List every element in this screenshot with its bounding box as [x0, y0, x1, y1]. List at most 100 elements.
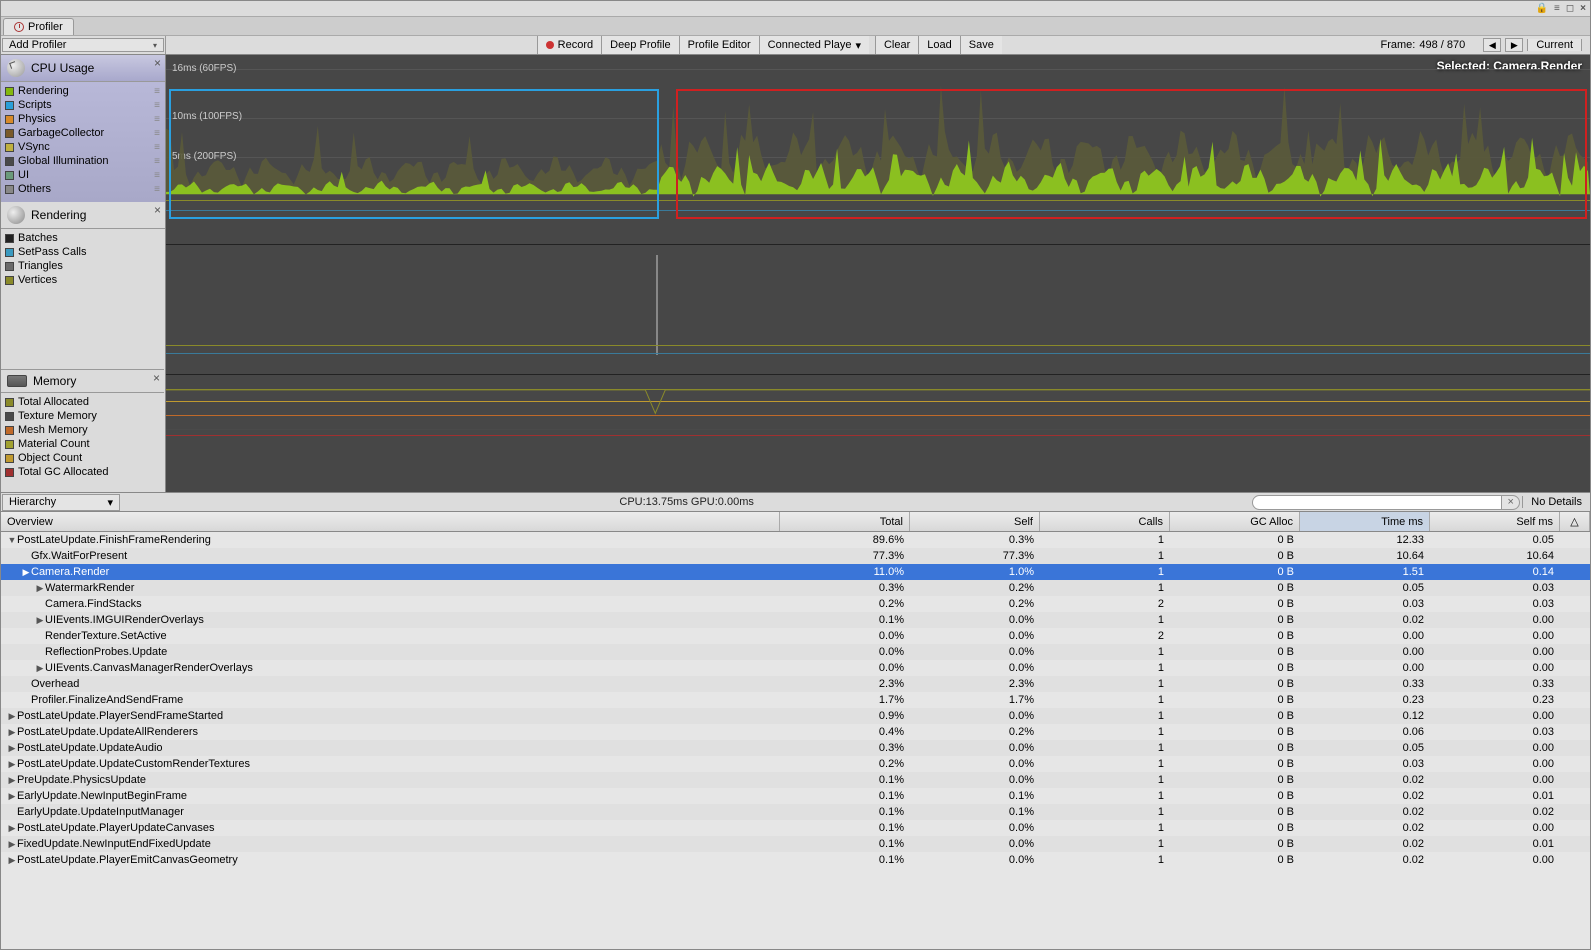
close-panel-button[interactable]: ×: [153, 371, 160, 385]
table-row[interactable]: Camera.FindStacks0.2%0.2%20 B0.030.03: [1, 596, 1590, 612]
legend-item[interactable]: SetPass Calls: [5, 245, 161, 259]
menu-icon[interactable]: ≡: [1554, 3, 1560, 14]
legend-item[interactable]: Total Allocated: [5, 395, 160, 409]
table-row[interactable]: ▶PostLateUpdate.UpdateAllRenderers0.4%0.…: [1, 724, 1590, 740]
legend-item[interactable]: VSync≡: [5, 140, 161, 154]
record-button[interactable]: Record: [537, 36, 601, 54]
memory-panel-header[interactable]: Memory ×: [1, 370, 164, 393]
current-button[interactable]: Current: [1527, 39, 1582, 51]
cpu-graph[interactable]: Selected: Camera.Render 16ms (60FPS) 10m…: [166, 55, 1590, 245]
prev-frame-button[interactable]: ◀: [1483, 38, 1501, 52]
table-row[interactable]: RenderTexture.SetActive0.0%0.0%20 B0.000…: [1, 628, 1590, 644]
legend-item[interactable]: Others≡: [5, 182, 161, 196]
cpu-panel-header[interactable]: CPU Usage ×: [1, 55, 165, 82]
legend-item[interactable]: Rendering≡: [5, 84, 161, 98]
close-icon[interactable]: ×: [1580, 3, 1586, 14]
legend-item[interactable]: Physics≡: [5, 112, 161, 126]
profile-editor-button[interactable]: Profile Editor: [679, 36, 759, 54]
col-total[interactable]: Total: [780, 512, 910, 531]
table-row[interactable]: ▶UIEvents.IMGUIRenderOverlays0.1%0.0%10 …: [1, 612, 1590, 628]
rendering-graph[interactable]: [166, 245, 1590, 375]
drag-handle-icon[interactable]: ≡: [154, 184, 159, 195]
color-swatch: [5, 426, 14, 435]
add-profiler-dropdown[interactable]: Add Profiler ▾: [2, 38, 164, 52]
legend-item[interactable]: Texture Memory: [5, 409, 160, 423]
connected-player-dropdown[interactable]: Connected Playe▾: [759, 36, 869, 54]
col-gc[interactable]: GC Alloc: [1170, 512, 1300, 531]
foldout-icon[interactable]: ▶: [7, 711, 17, 722]
table-row[interactable]: ▶FixedUpdate.NewInputEndFixedUpdate0.1%0…: [1, 836, 1590, 852]
table-row[interactable]: ReflectionProbes.Update0.0%0.0%10 B0.000…: [1, 644, 1590, 660]
deep-profile-button[interactable]: Deep Profile: [601, 36, 679, 54]
foldout-icon[interactable]: ▶: [35, 663, 45, 674]
table-row[interactable]: ▶UIEvents.CanvasManagerRenderOverlays0.0…: [1, 660, 1590, 676]
foldout-icon[interactable]: ▶: [7, 727, 17, 738]
table-row[interactable]: ▶PostLateUpdate.UpdateAudio0.3%0.0%10 B0…: [1, 740, 1590, 756]
save-button[interactable]: Save: [960, 36, 1002, 54]
col-sort-indicator[interactable]: △: [1560, 512, 1590, 531]
next-frame-button[interactable]: ▶: [1505, 38, 1523, 52]
legend-item[interactable]: Scripts≡: [5, 98, 161, 112]
foldout-icon[interactable]: ▶: [21, 567, 31, 578]
foldout-icon[interactable]: ▶: [35, 583, 45, 594]
drag-handle-icon[interactable]: ≡: [154, 156, 159, 167]
foldout-icon[interactable]: ▶: [7, 743, 17, 754]
restore-icon[interactable]: ◻: [1566, 3, 1574, 14]
legend-item[interactable]: GarbageCollector≡: [5, 126, 161, 140]
legend-item[interactable]: Batches: [5, 231, 161, 245]
legend-item[interactable]: UI≡: [5, 168, 161, 182]
search-input[interactable]: [1252, 495, 1502, 510]
legend-item[interactable]: Global Illumination≡: [5, 154, 161, 168]
drag-handle-icon[interactable]: ≡: [154, 170, 159, 181]
lock-icon[interactable]: 🔒: [1536, 3, 1548, 14]
legend-item[interactable]: Mesh Memory: [5, 423, 160, 437]
table-row[interactable]: ▶PostLateUpdate.PlayerEmitCanvasGeometry…: [1, 852, 1590, 868]
foldout-icon[interactable]: ▶: [7, 855, 17, 866]
load-button[interactable]: Load: [918, 36, 959, 54]
table-row[interactable]: ▶PreUpdate.PhysicsUpdate0.1%0.0%10 B0.02…: [1, 772, 1590, 788]
rendering-panel-header[interactable]: Rendering ×: [1, 202, 165, 229]
clear-button[interactable]: Clear: [875, 36, 918, 54]
foldout-icon[interactable]: ▶: [35, 615, 45, 626]
table-row[interactable]: ▶PostLateUpdate.PlayerSendFrameStarted0.…: [1, 708, 1590, 724]
close-panel-button[interactable]: ×: [154, 56, 161, 70]
legend-item[interactable]: Total GC Allocated: [5, 465, 160, 479]
table-row[interactable]: Gfx.WaitForPresent77.3%77.3%10 B10.6410.…: [1, 548, 1590, 564]
col-calls[interactable]: Calls: [1040, 512, 1170, 531]
col-selfms[interactable]: Self ms: [1430, 512, 1560, 531]
foldout-icon[interactable]: ▶: [7, 823, 17, 834]
table-row[interactable]: EarlyUpdate.UpdateInputManager0.1%0.1%10…: [1, 804, 1590, 820]
table-row[interactable]: ▶PostLateUpdate.PlayerUpdateCanvases0.1%…: [1, 820, 1590, 836]
hierarchy-dropdown[interactable]: Hierarchy ▾: [2, 494, 120, 511]
col-self[interactable]: Self: [910, 512, 1040, 531]
details-dropdown[interactable]: No Details: [1522, 496, 1590, 508]
drag-handle-icon[interactable]: ≡: [154, 128, 159, 139]
table-row[interactable]: ▶WatermarkRender0.3%0.2%10 B0.050.03: [1, 580, 1590, 596]
legend-item[interactable]: Object Count: [5, 451, 160, 465]
tab-profiler[interactable]: Profiler: [3, 18, 74, 35]
table-row[interactable]: ▶EarlyUpdate.NewInputBeginFrame0.1%0.1%1…: [1, 788, 1590, 804]
col-time[interactable]: Time ms: [1300, 512, 1430, 531]
legend-item[interactable]: Triangles: [5, 259, 161, 273]
drag-handle-icon[interactable]: ≡: [154, 114, 159, 125]
drag-handle-icon[interactable]: ≡: [154, 86, 159, 97]
foldout-icon[interactable]: ▶: [7, 759, 17, 770]
legend-item[interactable]: Vertices: [5, 273, 161, 287]
table-body[interactable]: ▼PostLateUpdate.FinishFrameRendering89.6…: [1, 532, 1590, 949]
table-row[interactable]: ▶Camera.Render11.0%1.0%10 B1.510.14: [1, 564, 1590, 580]
memory-graph[interactable]: [166, 375, 1590, 492]
close-panel-button[interactable]: ×: [154, 203, 161, 217]
table-row[interactable]: Overhead2.3%2.3%10 B0.330.33: [1, 676, 1590, 692]
table-row[interactable]: ▶PostLateUpdate.UpdateCustomRenderTextur…: [1, 756, 1590, 772]
search-clear-button[interactable]: ×: [1502, 495, 1520, 510]
drag-handle-icon[interactable]: ≡: [154, 142, 159, 153]
col-overview[interactable]: Overview: [1, 512, 780, 531]
foldout-icon[interactable]: ▶: [7, 791, 17, 802]
table-row[interactable]: Profiler.FinalizeAndSendFrame1.7%1.7%10 …: [1, 692, 1590, 708]
table-row[interactable]: ▼PostLateUpdate.FinishFrameRendering89.6…: [1, 532, 1590, 548]
legend-item[interactable]: Material Count: [5, 437, 160, 451]
foldout-icon[interactable]: ▶: [7, 775, 17, 786]
drag-handle-icon[interactable]: ≡: [154, 100, 159, 111]
foldout-icon[interactable]: ▶: [7, 839, 17, 850]
foldout-icon[interactable]: ▼: [7, 535, 17, 545]
